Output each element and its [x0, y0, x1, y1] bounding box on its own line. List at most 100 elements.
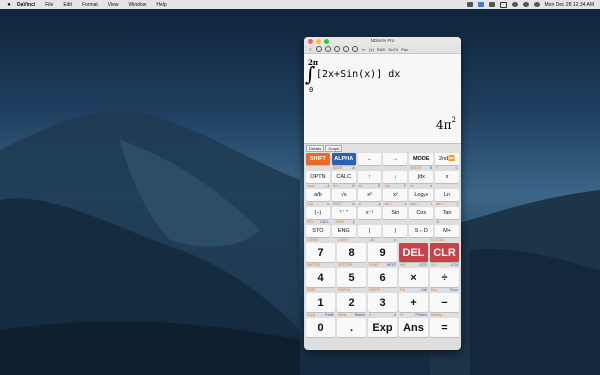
menu-bar-clock[interactable]: Mon Dec 28 12:34 AM	[545, 2, 594, 8]
menu-edit[interactable]: Edit	[63, 2, 72, 8]
key-button[interactable]: √x	[331, 189, 356, 201]
sublabel-shift: →ENG	[332, 220, 344, 224]
toolbar-button-8[interactable]: RAD	[377, 46, 385, 52]
toolbar-button-7[interactable]: {x}	[369, 46, 374, 52]
sublabel-shift: f'	[436, 166, 438, 170]
key-button[interactable]: S⇔D	[409, 225, 434, 237]
toolbar-button-5[interactable]	[352, 46, 358, 52]
key-button[interactable]: x	[435, 171, 459, 183]
key-sublabel: πe	[368, 313, 397, 317]
key-button[interactable]: ALPHA	[331, 153, 356, 165]
key-sublabel: ex e	[409, 184, 433, 188]
key-button[interactable]: (−)	[306, 207, 330, 219]
key-sublabel: CONST	[306, 238, 335, 242]
sublabel-shift: History	[431, 313, 442, 317]
key-button[interactable]: Cos	[409, 207, 434, 219]
key-button[interactable]: +	[399, 293, 428, 312]
key-button[interactable]: 7	[306, 243, 335, 262]
search-icon[interactable]	[522, 2, 529, 7]
battery-icon[interactable]	[499, 1, 507, 8]
key-sublabel: VECTOR	[337, 263, 366, 267]
key-sublabel: STAT	[306, 288, 335, 292]
toolbar-button-4[interactable]	[343, 46, 349, 52]
key-button[interactable]: ×	[399, 268, 428, 287]
toolbar-button-3[interactable]	[334, 46, 340, 52]
key-button[interactable]: a/b	[306, 189, 330, 201]
key-button[interactable]: SHIFT	[306, 153, 330, 165]
sublabel-shift: mod	[307, 184, 314, 188]
key-button[interactable]: DEL	[399, 243, 428, 262]
toolbar-button-1[interactable]	[316, 46, 322, 52]
key-button[interactable]: 6	[368, 268, 397, 287]
key-button[interactable]: Ln	[435, 189, 459, 201]
key-row: STO ENG() S⇔D M+	[306, 225, 459, 237]
menu-file[interactable]: File	[45, 2, 53, 8]
key-sublabel: tan⁻¹ j	[435, 202, 459, 206]
toolbar-button-0[interactable]: ≡	[308, 46, 313, 52]
key-button[interactable]: Logₓx	[409, 189, 434, 201]
key-button[interactable]: Sin	[383, 207, 408, 219]
key-button[interactable]: 8	[337, 243, 366, 262]
sublabel-shift: RCL	[307, 220, 315, 224]
key-button[interactable]: MODE	[409, 153, 434, 165]
toolbar-button-6[interactable]: π	[361, 46, 366, 52]
key-button[interactable]: CLR	[430, 243, 459, 262]
key-sublabel: LIM ∞	[368, 238, 397, 242]
sublabel-alpha: A	[352, 166, 355, 170]
menu-view[interactable]: View	[108, 2, 119, 8]
key-sublabel: nCr LCM	[430, 263, 459, 267]
sublabel-shift: 3√x	[332, 184, 339, 188]
key-button[interactable]: ∫dx	[409, 171, 434, 183]
key-button[interactable]: =	[430, 318, 459, 337]
key-button[interactable]: ÷	[430, 268, 459, 287]
user-icon[interactable]	[533, 2, 540, 7]
sublabel-alpha: E	[378, 184, 381, 188]
key-button[interactable]: x⁻¹	[357, 207, 382, 219]
sublabel-alpha: e	[430, 184, 433, 188]
toolbar-button-10[interactable]: Flsc	[401, 46, 408, 52]
key-button[interactable]: (	[357, 225, 382, 237]
key-button[interactable]: ↑	[357, 171, 382, 183]
key-button[interactable]: 3	[368, 293, 397, 312]
display-icon[interactable]	[488, 2, 495, 7]
key-button[interactable]: 4	[306, 268, 335, 287]
dropbox-icon[interactable]	[466, 2, 473, 7]
tab-details[interactable]: Details	[306, 144, 325, 152]
key-button[interactable]: x²	[357, 189, 382, 201]
key-button[interactable]: →	[383, 153, 408, 165]
toolbar-button-2[interactable]	[325, 46, 331, 52]
desktop-wallpaper	[0, 0, 600, 375]
key-button[interactable]: −	[430, 293, 459, 312]
key-button[interactable]: ENG	[331, 225, 356, 237]
wifi-icon[interactable]	[511, 2, 518, 7]
key-button[interactable]: 0	[306, 318, 335, 337]
key-button[interactable]: STO	[306, 225, 330, 237]
key-button[interactable]: ↓	[383, 171, 408, 183]
key-button[interactable]: 1	[306, 293, 335, 312]
key-button[interactable]: 9	[368, 243, 397, 262]
toolbar-button-9[interactable]: NoTri	[388, 46, 398, 52]
key-sublabel: CMPLX	[337, 288, 366, 292]
menu-window[interactable]: Window	[129, 2, 147, 8]
key-button[interactable]: xʸ	[383, 189, 408, 201]
key-button[interactable]: CALC	[331, 171, 356, 183]
key-button[interactable]: 2	[337, 293, 366, 312]
key-button[interactable]: .	[337, 318, 366, 337]
key-button[interactable]: )	[383, 225, 408, 237]
key-button[interactable]: M+	[435, 225, 459, 237]
tab-graph[interactable]: Graph	[325, 144, 343, 152]
app-tray-icon[interactable]	[477, 2, 484, 7]
apple-menu-icon[interactable]: ●	[6, 2, 12, 8]
sublabel-shift: CONST	[307, 238, 320, 242]
menu-help[interactable]: Help	[156, 2, 166, 8]
key-button[interactable]: Ans	[399, 318, 428, 337]
key-button[interactable]: OPTN	[306, 171, 330, 183]
key-button[interactable]: Tan	[435, 207, 459, 219]
key-button[interactable]: Exp	[368, 318, 397, 337]
key-button[interactable]: ° ' ''	[331, 207, 356, 219]
menu-format[interactable]: Format	[82, 2, 98, 8]
key-button[interactable]: ←	[357, 153, 382, 165]
key-button[interactable]: 2nd⏩	[435, 153, 459, 165]
menu-davinci[interactable]: DaVinci	[17, 2, 35, 8]
key-button[interactable]: 5	[337, 268, 366, 287]
